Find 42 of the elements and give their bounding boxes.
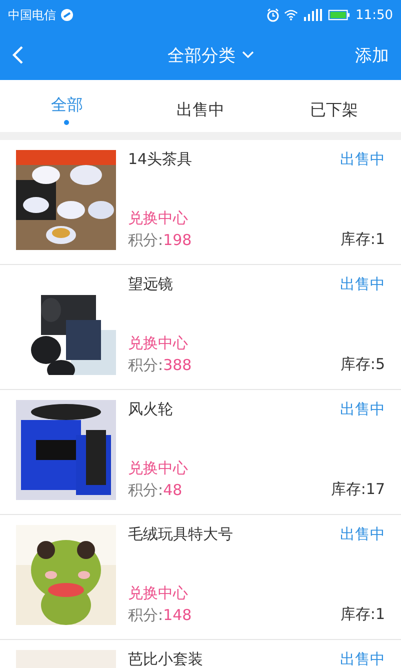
product-row[interactable]: 毛绒玩具特大号 出售中 兑换中心 积分:148 库存:1 (0, 515, 401, 639)
stock-count: 库存:1 (340, 230, 385, 250)
carrier-name: 中国电信 (8, 6, 56, 24)
product-name: 毛绒玩具特大号 (128, 525, 233, 544)
tab[interactable]: 已下架 (267, 80, 401, 132)
stock-count: 库存:17 (330, 480, 385, 500)
points-value: 148 (163, 606, 192, 624)
product-name: 芭比小套装 (128, 650, 203, 668)
product-row[interactable]: 14头茶具 出售中 兑换中心 积分:198 库存:1 (0, 140, 401, 264)
points-label: 积分: (128, 231, 164, 249)
product-name: 风火轮 (128, 400, 173, 419)
product-name: 14头茶具 (128, 150, 192, 169)
product-row[interactable]: 风火轮 出售中 兑换中心 积分:48 库存:17 (0, 390, 401, 514)
battery-icon (328, 8, 350, 22)
clock-time: 11:50 (356, 8, 393, 22)
points-label: 积分: (128, 356, 164, 374)
exchange-label: 兑换中心 (128, 209, 189, 228)
product-name: 望远镜 (128, 275, 173, 294)
sale-status: 出售中 (340, 525, 385, 544)
product-row[interactable]: 望远镜 出售中 兑换中心 积分:388 库存:5 (0, 265, 401, 389)
points-value: 48 (163, 481, 182, 499)
points-label: 积分: (128, 606, 164, 624)
tab[interactable]: 出售中 (134, 80, 268, 132)
sale-status: 出售中 (340, 275, 385, 294)
wifi-icon (284, 8, 298, 22)
signal-icon (302, 8, 324, 22)
sale-status: 出售中 (340, 150, 385, 169)
back-icon (12, 45, 24, 65)
sale-status: 出售中 (340, 650, 385, 668)
stock-count: 库存:1 (340, 605, 385, 625)
stock-count: 库存:5 (340, 355, 385, 375)
points-label: 积分: (128, 481, 164, 499)
sale-status: 出售中 (340, 400, 385, 419)
chevron-down-icon (242, 51, 254, 59)
alarm-icon (266, 8, 280, 22)
exchange-label: 兑换中心 (128, 334, 189, 353)
points-value: 388 (163, 356, 192, 374)
product-row[interactable]: 芭比小套装 出售中 (0, 640, 401, 668)
points-value: 198 (163, 231, 192, 249)
exchange-label: 兑换中心 (128, 584, 189, 603)
exchange-label: 兑换中心 (128, 459, 189, 478)
notification-icon (60, 8, 74, 22)
